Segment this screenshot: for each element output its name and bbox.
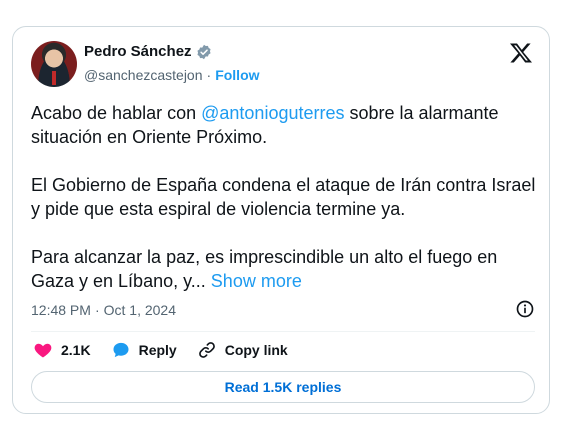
author-handle[interactable]: @sanchezcastejon xyxy=(84,67,203,83)
tweet-p1-before: Acabo de hablar con xyxy=(31,103,202,123)
tweet-paragraph-3: Para alcanzar la paz, es imprescindible … xyxy=(31,245,536,293)
like-count: 2.1K xyxy=(61,342,91,358)
timestamp-separator: · xyxy=(94,302,100,318)
reply-label: Reply xyxy=(138,342,177,358)
reply-button[interactable]: Reply xyxy=(111,340,177,360)
author-name-row: Pedro Sánchez xyxy=(84,43,212,60)
tweet-date: Oct 1, 2024 xyxy=(103,302,176,318)
divider xyxy=(31,331,535,332)
verified-badge-icon xyxy=(197,44,211,59)
action-bar: 2.1K Reply Copy link xyxy=(33,340,308,360)
tweet-paragraph-2: El Gobierno de España condena el ataque … xyxy=(31,175,536,219)
tweet-card: Pedro Sánchez @sanchezcastejon · Follow … xyxy=(12,26,550,414)
follow-button[interactable]: Follow xyxy=(215,67,259,83)
x-logo-icon[interactable] xyxy=(509,41,533,65)
copy-link-label: Copy link xyxy=(224,342,288,358)
handle-separator: · xyxy=(206,67,212,83)
author-name[interactable]: Pedro Sánchez xyxy=(84,43,192,60)
copy-link-button[interactable]: Copy link xyxy=(197,340,288,360)
tweet-paragraph-1: Acabo de hablar con @antonioguterres sob… xyxy=(31,101,536,149)
author-handle-row: @sanchezcastejon · Follow xyxy=(84,67,260,83)
reply-bubble-icon xyxy=(113,342,129,358)
avatar[interactable] xyxy=(31,41,77,87)
link-icon xyxy=(198,342,215,358)
read-replies-button[interactable]: Read 1.5K replies xyxy=(31,371,535,403)
show-more-link[interactable]: Show more xyxy=(211,271,302,291)
tweet-timestamp[interactable]: 12:48 PM · Oct 1, 2024 xyxy=(31,302,176,318)
tweet-text: Acabo de hablar con @antonioguterres sob… xyxy=(31,101,536,317)
like-button[interactable]: 2.1K xyxy=(33,340,91,360)
info-icon[interactable] xyxy=(515,299,535,319)
mention-link[interactable]: @antonioguterres xyxy=(201,103,344,123)
tweet-time: 12:48 PM xyxy=(31,302,91,318)
heart-icon xyxy=(34,343,52,358)
